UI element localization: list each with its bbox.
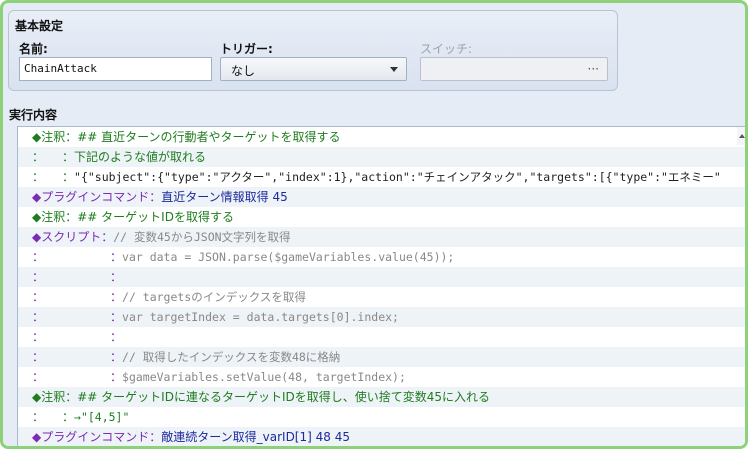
basic-settings-panel: 基本設定 名前: ChainAttack トリガー: なし スイッチ: ··· xyxy=(8,10,618,91)
scrollbar-up-button[interactable] xyxy=(737,127,745,145)
list-item[interactable]: ： ： xyxy=(18,267,745,287)
command-prefix: ◆注釈： xyxy=(32,210,78,224)
command-text: $gameVariables.setValue(48, targetIndex)… xyxy=(122,370,406,384)
command-prefix: ： ： xyxy=(32,270,123,284)
command-prefix: ： ： xyxy=(32,330,123,344)
list-item[interactable]: ◆プラグインコマンド：直近ターン情報取得 45 xyxy=(18,187,745,207)
list-item[interactable]: ： ：var data = JSON.parse($gameVariables.… xyxy=(18,247,745,267)
list-item[interactable]: ： ：// targetsのインデックスを取得 xyxy=(18,287,745,307)
command-text: 直近ターン情報取得 45 xyxy=(161,190,288,204)
list-item[interactable]: ◆注釈：## 直近ターンの行動者やターゲットを取得する xyxy=(18,127,745,147)
command-prefix: ： ： xyxy=(32,410,75,424)
list-item[interactable]: ◆プラグインコマンド：敵連続ターン取得_varID[1] 48 45 xyxy=(18,427,745,446)
chevron-down-icon xyxy=(390,67,398,72)
command-text: 下記のような値が取れる xyxy=(74,150,207,164)
command-prefix: ： ： xyxy=(32,150,75,164)
command-text: var data = JSON.parse($gameVariables.val… xyxy=(122,250,455,264)
list-item[interactable]: ： ：// 取得したインデックスを変数48に格納 xyxy=(18,347,745,367)
trigger-select[interactable]: なし xyxy=(220,57,407,81)
event-editor-window: 基本設定 名前: ChainAttack トリガー: なし スイッチ: ··· … xyxy=(0,0,748,449)
command-text: 敵連続ターン取得_varID[1] 48 45 xyxy=(161,430,350,444)
list-item[interactable]: ◆注釈：## ターゲットIDを取得する xyxy=(18,207,745,227)
switch-browse-button[interactable]: ··· xyxy=(588,62,599,76)
command-prefix: ◆プラグインコマンド： xyxy=(32,190,162,204)
command-prefix: ： ： xyxy=(32,290,123,304)
list-item[interactable]: ： ：$gameVariables.setValue(48, targetInd… xyxy=(18,367,745,387)
name-label: 名前: xyxy=(19,42,48,56)
contents-title: 実行内容 xyxy=(9,108,58,122)
command-prefix: ： ： xyxy=(32,170,75,184)
command-prefix: ◆注釈： xyxy=(32,130,78,144)
command-text: →"[4,5]" xyxy=(74,410,130,424)
command-list[interactable]: ◆注釈：## 直近ターンの行動者やターゲットを取得する ： ：下記のような値が取… xyxy=(17,126,745,446)
command-prefix: ： ： xyxy=(32,250,123,264)
command-prefix: ： ： xyxy=(32,350,123,364)
command-text: // 変数45からJSON文字列を取得 xyxy=(113,230,291,244)
chevron-up-icon xyxy=(739,134,745,138)
list-item[interactable]: ◆スクリプト：// 変数45からJSON文字列を取得 xyxy=(18,227,745,247)
command-text: // targetsのインデックスを取得 xyxy=(122,290,306,304)
command-prefix: ◆スクリプト： xyxy=(32,230,114,244)
command-text: // 取得したインデックスを変数48に格納 xyxy=(122,350,341,364)
command-text: var targetIndex = data.targets[0].index; xyxy=(122,310,399,324)
command-text: "{"subject":{"type":"アクター","index":1},"a… xyxy=(74,170,721,184)
command-prefix: ： ： xyxy=(32,310,123,324)
trigger-label: トリガー: xyxy=(220,42,273,56)
list-item[interactable]: ： ：var targetIndex = data.targets[0].ind… xyxy=(18,307,745,327)
list-item[interactable]: ： ：下記のような値が取れる xyxy=(18,147,745,167)
switch-field[interactable]: ··· xyxy=(420,57,608,81)
command-prefix: ◆プラグインコマンド： xyxy=(32,430,162,444)
list-item[interactable]: ： ：→"[4,5]" xyxy=(18,407,745,427)
list-item[interactable]: ： ："{"subject":{"type":"アクター","index":1}… xyxy=(18,167,745,187)
command-text: ## 直近ターンの行動者やターゲットを取得する xyxy=(77,130,341,144)
command-text: ## ターゲットIDに連なるターゲットIDを取得し、使い捨て変数45に入れる xyxy=(77,390,490,404)
trigger-value: なし xyxy=(231,64,256,78)
basic-settings-title: 基本設定 xyxy=(15,19,64,33)
command-prefix: ◆注釈： xyxy=(32,390,78,404)
switch-label: スイッチ: xyxy=(420,42,473,56)
command-prefix: ： ： xyxy=(32,370,123,384)
name-input[interactable]: ChainAttack xyxy=(19,57,212,81)
list-item[interactable]: ◆注釈：## ターゲットIDに連なるターゲットIDを取得し、使い捨て変数45に入… xyxy=(18,387,745,407)
command-text: ## ターゲットIDを取得する xyxy=(77,210,234,224)
list-item[interactable]: ： ： xyxy=(18,327,745,347)
